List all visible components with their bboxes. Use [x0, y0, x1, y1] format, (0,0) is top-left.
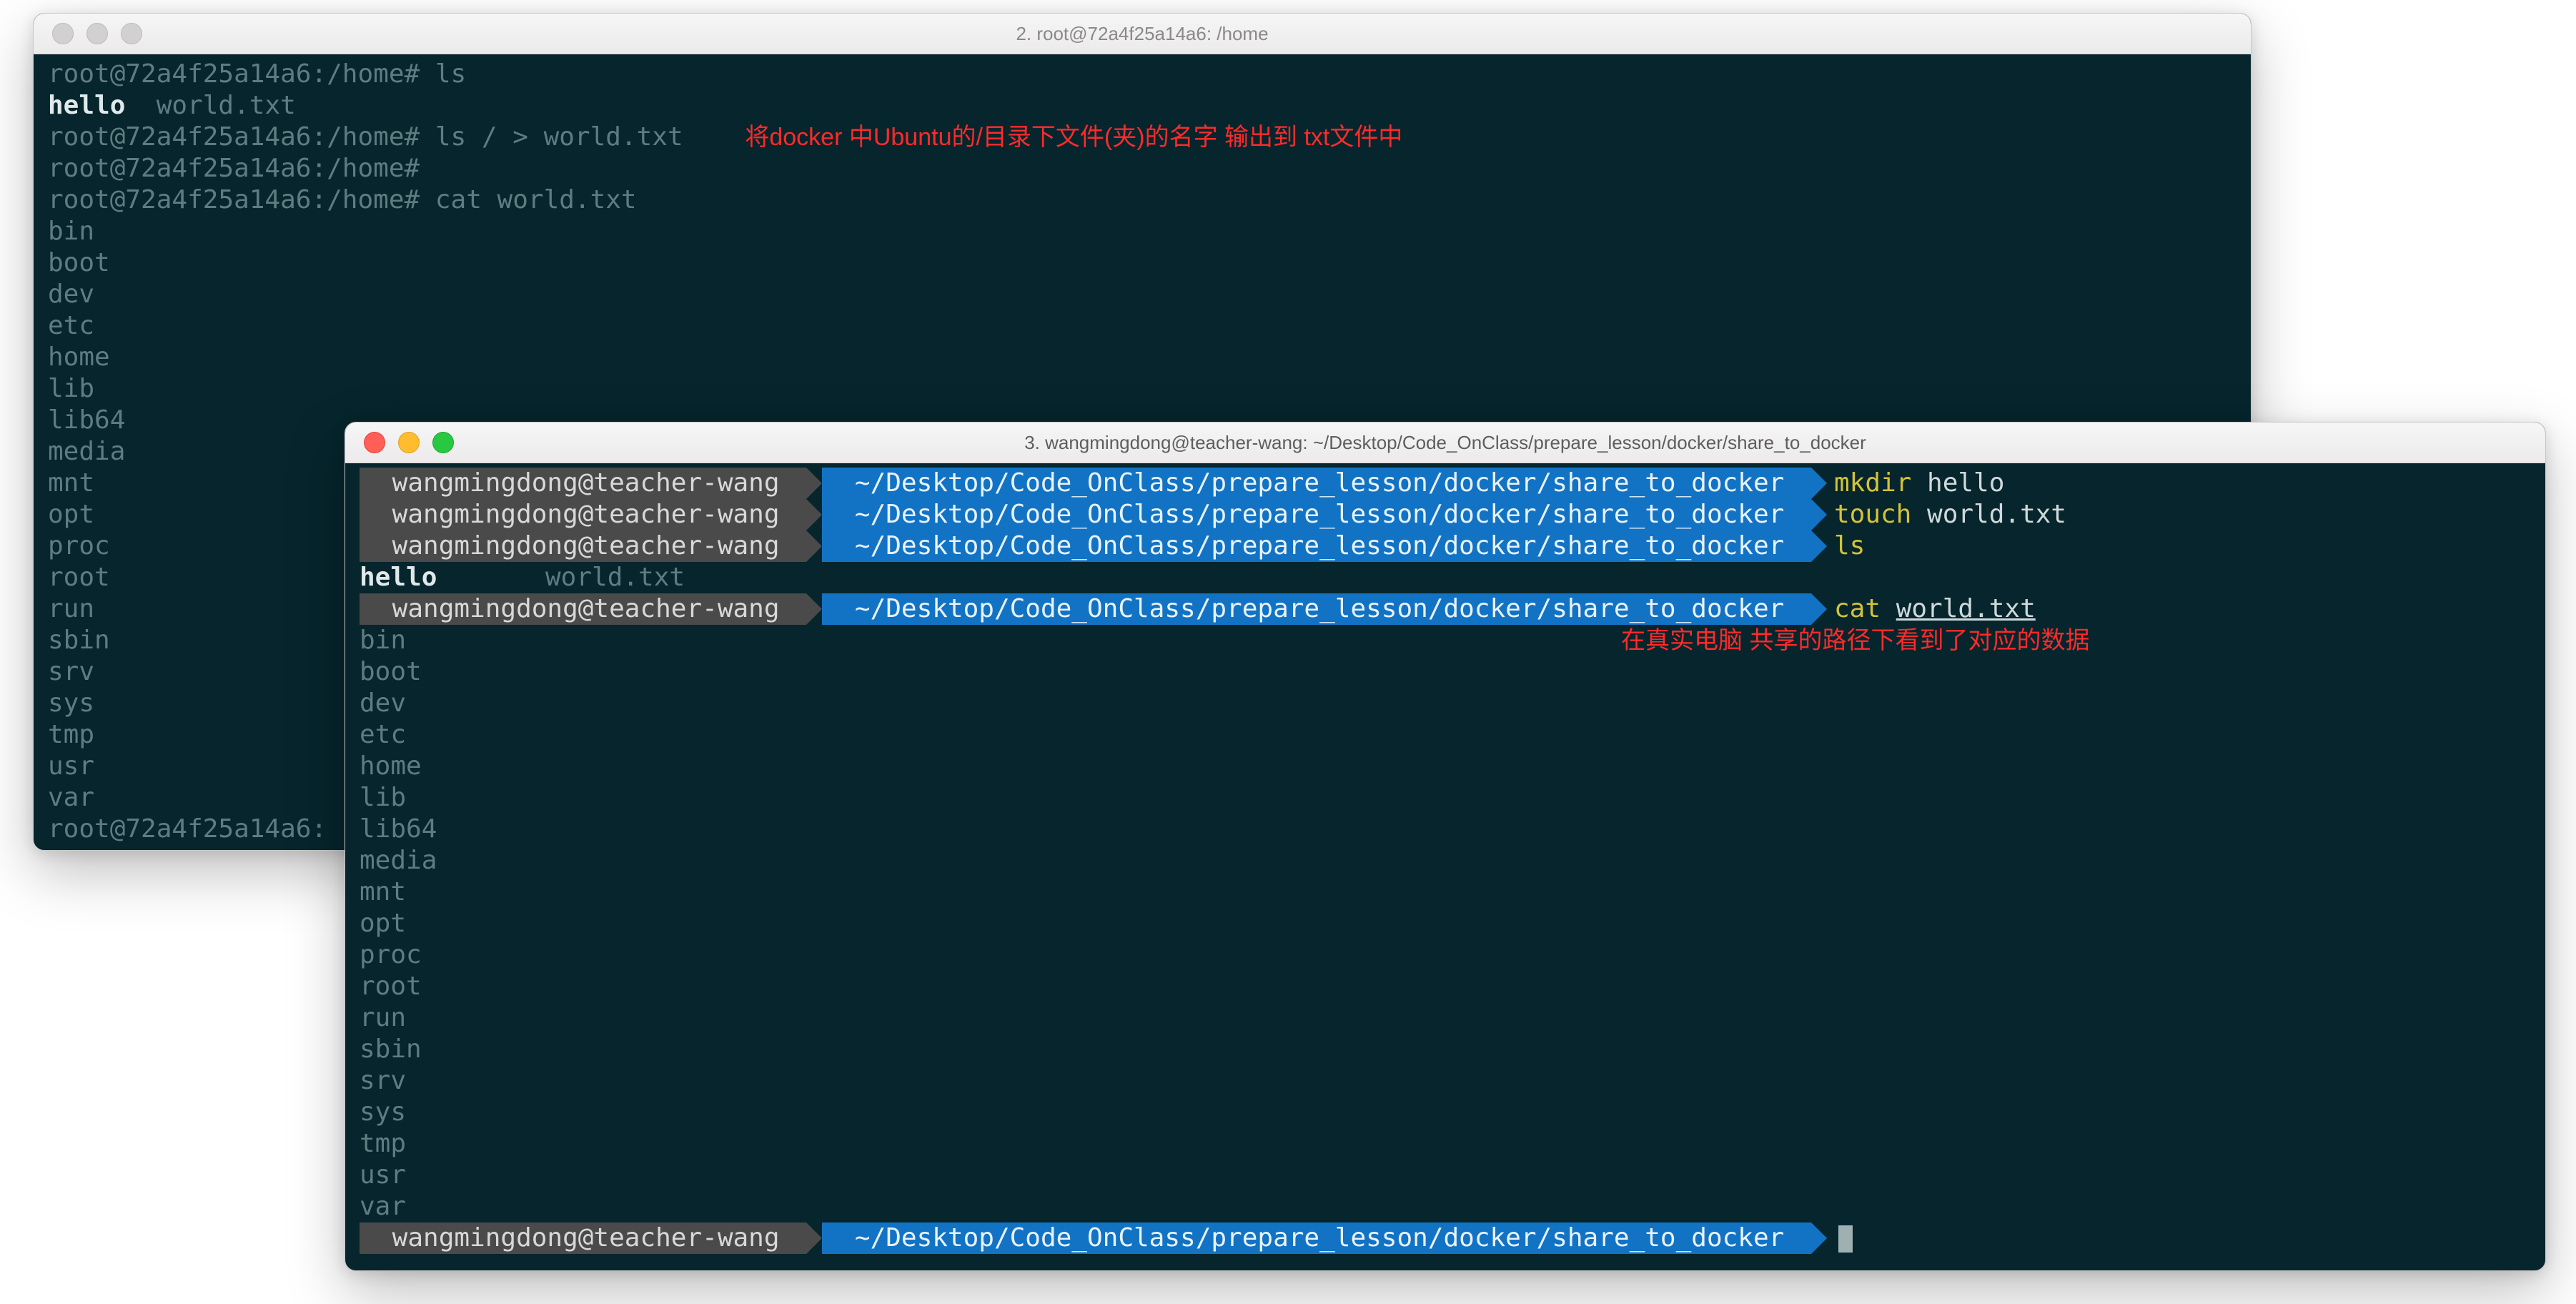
terminal-line: boot [360, 656, 2531, 688]
shell-prompt: wangmingdong@teacher-wang ~/Desktop/Code… [360, 593, 2036, 625]
zoom-icon[interactable] [121, 23, 142, 44]
terminal-line: sys [360, 1097, 2531, 1128]
cursor [1838, 1225, 1853, 1253]
annotation-text: 将docker 中Ubuntu的/目录下文件(夹)的名字 输出到 txt文件中 [745, 124, 1402, 151]
terminal-line: boot [48, 247, 2236, 279]
terminal-line: etc [48, 310, 2236, 342]
terminal-line: wangmingdong@teacher-wang ~/Desktop/Code… [360, 468, 2531, 499]
terminal-line: dev [48, 279, 2236, 310]
window-title: 2. root@72a4f25a14a6: /home [34, 23, 2251, 45]
titlebar[interactable]: 3. wangmingdong@teacher-wang: ~/Desktop/… [345, 423, 2545, 463]
shell-prompt: wangmingdong@teacher-wang ~/Desktop/Code… [360, 468, 2004, 499]
terminal-window-host: 3. wangmingdong@teacher-wang: ~/Desktop/… [345, 422, 2546, 1271]
shell-prompt: wangmingdong@teacher-wang ~/Desktop/Code… [360, 499, 2066, 530]
terminal-line: root@72a4f25a14a6:/home# [48, 153, 2236, 184]
minimize-icon[interactable] [86, 23, 108, 44]
terminal-line: wangmingdong@teacher-wang ~/Desktop/Code… [360, 593, 2531, 625]
terminal-line: srv [360, 1065, 2531, 1097]
terminal-line: lib [48, 373, 2236, 405]
terminal-line: wangmingdong@teacher-wang ~/Desktop/Code… [360, 499, 2531, 530]
terminal-line: var [360, 1191, 2531, 1222]
shell-prompt: wangmingdong@teacher-wang ~/Desktop/Code… [360, 1222, 1853, 1254]
terminal-line: root@72a4f25a14a6:/home# ls / > world.tx… [48, 122, 2236, 153]
terminal-line: home [48, 342, 2236, 373]
terminal-line: home [360, 751, 2531, 782]
terminal-line: root [360, 971, 2531, 1002]
terminal-line: sbin [360, 1034, 2531, 1065]
terminal-line: mnt [360, 876, 2531, 908]
terminal-line: wangmingdong@teacher-wang ~/Desktop/Code… [360, 530, 2531, 562]
terminal-line: wangmingdong@teacher-wang ~/Desktop/Code… [360, 1222, 2531, 1254]
traffic-lights [364, 432, 454, 453]
terminal-line: root@72a4f25a14a6:/home# cat world.txt [48, 184, 2236, 216]
annotation-text: 在真实电脑 共享的路径下看到了对应的数据 [1621, 627, 2089, 654]
terminal-line: lib64 [360, 814, 2531, 845]
terminal-line: proc [360, 939, 2531, 971]
terminal-line: media [360, 845, 2531, 876]
terminal-line: etc [360, 719, 2531, 751]
close-icon[interactable] [364, 432, 385, 453]
zoom-icon[interactable] [432, 432, 454, 453]
titlebar[interactable]: 2. root@72a4f25a14a6: /home [34, 14, 2251, 54]
terminal-line: opt [360, 908, 2531, 939]
window-title: 3. wangmingdong@teacher-wang: ~/Desktop/… [345, 432, 2545, 454]
terminal-line: hello world.txt [48, 90, 2236, 122]
terminal-line: bin [48, 216, 2236, 247]
terminal-line: bin在真实电脑 共享的路径下看到了对应的数据 [360, 625, 2531, 656]
terminal-line: root@72a4f25a14a6:/home# ls [48, 59, 2236, 90]
terminal-line: lib [360, 782, 2531, 814]
terminal-line: helloworld.txt [360, 562, 2531, 593]
traffic-lights [52, 23, 142, 44]
terminal-line: usr [360, 1160, 2531, 1191]
terminal-output[interactable]: wangmingdong@teacher-wang ~/Desktop/Code… [345, 463, 2545, 1270]
minimize-icon[interactable] [398, 432, 420, 453]
terminal-line: dev [360, 688, 2531, 719]
shell-prompt: wangmingdong@teacher-wang ~/Desktop/Code… [360, 530, 1865, 562]
terminal-line: tmp [360, 1128, 2531, 1160]
close-icon[interactable] [52, 23, 74, 44]
terminal-line: run [360, 1002, 2531, 1034]
